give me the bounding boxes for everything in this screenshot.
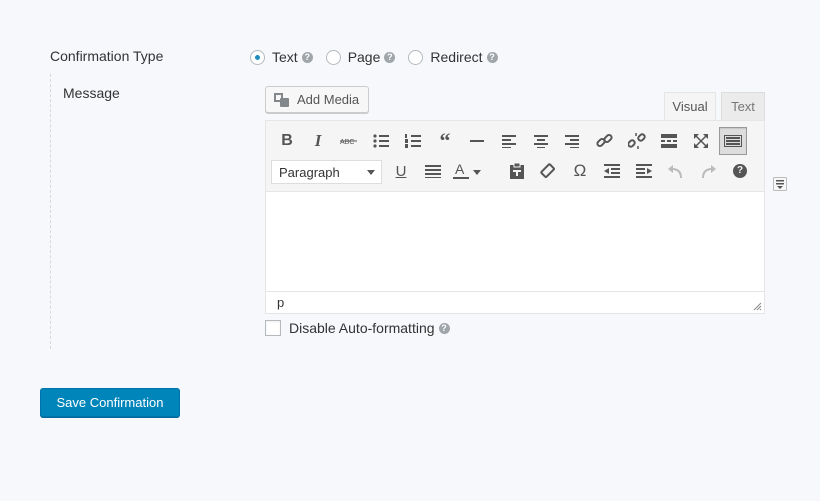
chevron-down-icon [367, 170, 375, 175]
section-divider [50, 74, 51, 349]
resize-handle-icon[interactable] [753, 302, 762, 311]
editor-content-area[interactable] [266, 192, 764, 291]
align-left-icon[interactable] [495, 127, 523, 155]
disable-autoformat-row: Disable Auto-formatting ? [265, 320, 450, 336]
add-media-icon [274, 92, 290, 107]
strikethrough-icon[interactable]: ABC [335, 127, 363, 155]
tab-visual[interactable]: Visual [664, 92, 716, 120]
radio-text[interactable] [250, 49, 265, 65]
outdent-icon[interactable] [598, 157, 626, 185]
help-icon[interactable]: ? [486, 51, 498, 63]
message-label: Message [63, 85, 120, 101]
confirmation-type-label: Confirmation Type [50, 48, 164, 64]
text-color-icon[interactable]: A [451, 157, 487, 185]
radio-text-label: Text [272, 49, 298, 65]
align-center-icon[interactable] [527, 127, 555, 155]
align-right-icon[interactable] [558, 127, 586, 155]
help-icon[interactable]: ? [438, 322, 450, 334]
clear-formatting-icon[interactable] [534, 157, 562, 185]
confirmation-type-radio-group: Text ? Page ? Redirect ? [250, 48, 511, 66]
blockquote-icon[interactable]: “ [431, 127, 459, 155]
fullscreen-icon[interactable] [687, 127, 715, 155]
help-icon[interactable]: ? [384, 51, 396, 63]
radio-page-label: Page [347, 49, 381, 65]
radio-redirect-label: Redirect [430, 49, 483, 65]
radio-page[interactable] [325, 49, 341, 65]
justify-icon[interactable] [419, 157, 447, 185]
tab-text[interactable]: Text [721, 92, 765, 120]
numbered-list-icon[interactable] [399, 127, 427, 155]
element-path[interactable]: p [277, 295, 284, 310]
editor-statusbar: p [266, 291, 764, 313]
italic-icon[interactable]: I [304, 127, 332, 155]
special-character-icon[interactable]: Ω [566, 157, 594, 185]
disable-autoformat-label: Disable Auto-formatting [289, 320, 435, 336]
redo-icon[interactable] [694, 157, 722, 185]
editor-toolbar: B I ABC “ Paragraph U A Ω ? [266, 121, 764, 192]
merge-tags-icon[interactable] [773, 177, 787, 191]
svg-text:A: A [455, 162, 465, 177]
paste-as-text-icon[interactable] [503, 157, 531, 185]
unlink-icon[interactable] [623, 127, 651, 155]
radio-option-text[interactable]: Text ? [250, 49, 313, 65]
link-icon[interactable] [591, 127, 619, 155]
radio-redirect[interactable] [408, 49, 424, 65]
horizontal-line-icon[interactable] [463, 127, 491, 155]
radio-option-page[interactable]: Page ? [325, 49, 396, 65]
bullet-list-icon[interactable] [367, 127, 395, 155]
message-editor: B I ABC “ Paragraph U A Ω ? p [265, 120, 765, 314]
underline-icon[interactable]: U [387, 157, 415, 185]
indent-icon[interactable] [630, 157, 658, 185]
read-more-icon[interactable] [655, 127, 683, 155]
add-media-button[interactable]: Add Media [265, 86, 369, 113]
format-select[interactable]: Paragraph [271, 160, 382, 184]
save-confirmation-button[interactable]: Save Confirmation [40, 388, 180, 417]
svg-text:ABC: ABC [340, 139, 354, 146]
bold-icon[interactable]: B [273, 127, 301, 155]
disable-autoformat-checkbox[interactable] [265, 320, 281, 336]
radio-option-redirect[interactable]: Redirect ? [408, 49, 498, 65]
add-media-label: Add Media [297, 92, 360, 107]
help-icon[interactable]: ? [726, 157, 754, 185]
undo-icon[interactable] [662, 157, 690, 185]
format-select-value: Paragraph [279, 164, 340, 180]
toolbar-toggle-icon[interactable] [719, 127, 747, 155]
help-icon[interactable]: ? [301, 51, 313, 63]
